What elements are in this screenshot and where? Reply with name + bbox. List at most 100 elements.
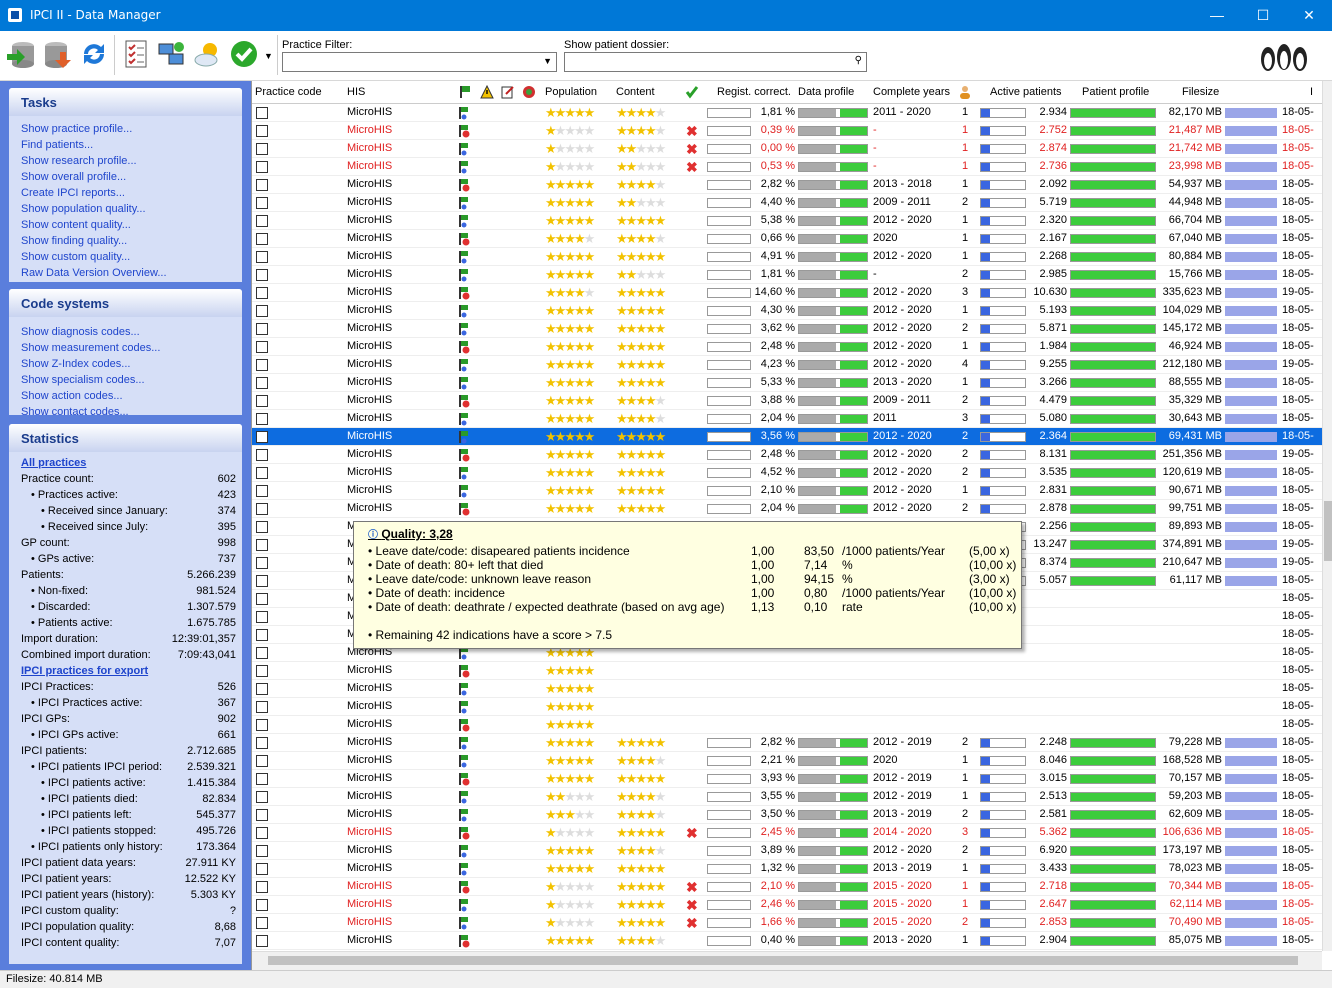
- table-row[interactable]: MicroHIS ★★★★★ ★★★★★ 2,10 % 2012 - 2020 1 2.83…: [252, 482, 1322, 500]
- table-row[interactable]: MicroHIS ★★★★★ ★★★★★ 0,66 % 2020 1 2.167 67,040…: [252, 230, 1322, 248]
- row-checkbox[interactable]: [256, 377, 268, 389]
- table-row[interactable]: MicroHIS ★★★★★ ★★★★★ 3,55 % 2012 - 2019 1 2.51…: [252, 788, 1322, 806]
- checklist-icon[interactable]: [120, 38, 152, 70]
- col-practice-code[interactable]: Practice code: [255, 86, 322, 98]
- row-checkbox[interactable]: [256, 215, 268, 227]
- row-checkbox[interactable]: [256, 881, 268, 893]
- table-row[interactable]: MicroHIS ★★★★★ ★★★★★ 2,21 % 2020 1 8.046 168,52…: [252, 752, 1322, 770]
- user-column-icon[interactable]: [958, 85, 972, 99]
- table-row[interactable]: MicroHIS ★★★★★ ★★★★★ 1,32 % 2013 - 2019 1 3.43…: [252, 860, 1322, 878]
- chevron-down-icon[interactable]: ▼: [543, 56, 552, 66]
- col-regist-correct[interactable]: Regist. correct.: [717, 86, 791, 98]
- practice-filter-combo[interactable]: ▼: [282, 52, 557, 72]
- table-row[interactable]: MicroHIS ★★★★★ ★★★★★ ✖ 2,45 % 2014 - 2020 3 5.3…: [252, 824, 1322, 842]
- col-population[interactable]: Population: [545, 86, 597, 98]
- refresh-icon[interactable]: [78, 38, 110, 70]
- row-checkbox[interactable]: [256, 719, 268, 731]
- row-checkbox[interactable]: [256, 485, 268, 497]
- table-row[interactable]: MicroHIS ★★★★★ ★★★★★ ✖ 2,10 % 2015 - 2020 1 2.7…: [252, 878, 1322, 896]
- row-checkbox[interactable]: [256, 827, 268, 839]
- code-system-link[interactable]: Show contact codes...: [9, 404, 242, 420]
- row-checkbox[interactable]: [256, 755, 268, 767]
- table-row[interactable]: MicroHIS ★★★★★ ★★★★★ 1,81 % -2 2.985 15,766 MB…: [252, 266, 1322, 284]
- dropdown-arrow-icon[interactable]: ▼: [264, 51, 273, 61]
- row-checkbox[interactable]: [256, 557, 268, 569]
- row-checkbox[interactable]: [256, 413, 268, 425]
- col-his[interactable]: HIS: [347, 86, 365, 98]
- code-system-link[interactable]: Show diagnosis codes...: [9, 324, 242, 340]
- table-row[interactable]: MicroHIS ★★★★★ ★★★★★ 2,82 % 2013 - 2018 1 2.09…: [252, 176, 1322, 194]
- row-checkbox[interactable]: [256, 629, 268, 641]
- row-checkbox[interactable]: [256, 395, 268, 407]
- recycle-icon[interactable]: [522, 85, 536, 99]
- maximize-button[interactable]: ☐: [1240, 0, 1286, 31]
- table-row[interactable]: MicroHIS ★★★★★ ★★★★★ 1,81 % 2011 - 2020 1 2.93…: [252, 104, 1322, 122]
- tasks-title[interactable]: Tasks: [9, 88, 242, 116]
- row-checkbox[interactable]: [256, 665, 268, 677]
- table-row[interactable]: MicroHIS ★★★★★ ★★★★★ ✖ 1,66 % 2015 - 2020 2 2.8…: [252, 914, 1322, 932]
- row-checkbox[interactable]: [256, 251, 268, 263]
- row-checkbox[interactable]: [256, 305, 268, 317]
- row-checkbox[interactable]: [256, 179, 268, 191]
- task-link[interactable]: Raw Data Version Overview...: [9, 265, 242, 281]
- row-checkbox[interactable]: [256, 233, 268, 245]
- col-patient-profile[interactable]: Patient profile: [1082, 86, 1149, 98]
- row-checkbox[interactable]: [256, 287, 268, 299]
- table-row[interactable]: MicroHIS ★★★★★ ★★★★★ 4,40 % 2009 - 2011 2 5.71…: [252, 194, 1322, 212]
- table-row[interactable]: MicroHIS ★★★★★ ★★★★★ 3,89 % 2012 - 2020 2 6.92…: [252, 842, 1322, 860]
- row-checkbox[interactable]: [256, 503, 268, 515]
- row-checkbox[interactable]: [256, 917, 268, 929]
- row-checkbox[interactable]: [256, 521, 268, 533]
- table-row[interactable]: MicroHIS ★★★★★ ★★★★★ 2,48 % 2012 - 2020 1 1.98…: [252, 338, 1322, 356]
- stat-section-link[interactable]: IPCI practices for export: [9, 663, 242, 679]
- row-checkbox[interactable]: [256, 683, 268, 695]
- row-checkbox[interactable]: [256, 539, 268, 551]
- table-row[interactable]: MicroHIS ★★★★★ ★★★★★ 4,30 % 2012 - 2020 1 5.19…: [252, 302, 1322, 320]
- row-checkbox[interactable]: [256, 125, 268, 137]
- table-row[interactable]: MicroHIS ★★★★★ ★★★★★ 4,52 % 2012 - 2020 2 3.53…: [252, 464, 1322, 482]
- row-checkbox[interactable]: [256, 197, 268, 209]
- row-checkbox[interactable]: [256, 359, 268, 371]
- row-checkbox[interactable]: [256, 863, 268, 875]
- table-row[interactable]: MicroHIS ★★★★★ ★★★★★ ✖ 0,39 % -1 2.752 21,487 M…: [252, 122, 1322, 140]
- network-sync-icon[interactable]: [155, 38, 187, 70]
- task-link[interactable]: Find patients...: [9, 137, 242, 153]
- col-filesize[interactable]: Filesize: [1182, 86, 1219, 98]
- row-checkbox[interactable]: [256, 107, 268, 119]
- row-checkbox[interactable]: [256, 161, 268, 173]
- row-checkbox[interactable]: [256, 935, 268, 947]
- row-checkbox[interactable]: [256, 467, 268, 479]
- table-row[interactable]: MicroHIS ★★★★★ ★★★★★ 5,38 % 2012 - 2020 1 2.32…: [252, 212, 1322, 230]
- table-row[interactable]: MicroHIS ★★★★★ ★★★★★ 2,04 % 2011 3 5.080 30,643…: [252, 410, 1322, 428]
- table-row[interactable]: MicroHIS ★★★★★ ★★★★★ 0,40 % 2013 - 2020 1 2.90…: [252, 932, 1322, 950]
- table-row[interactable]: MicroHIS ★★★★★ ★★★★★ ✖ 0,00 % -1 2.874 21,742 M…: [252, 140, 1322, 158]
- table-row[interactable]: MicroHIS ★★★★★ ★★★★★ 2,04 % 2012 - 2020 2 2.87…: [252, 500, 1322, 518]
- close-button[interactable]: ✕: [1286, 0, 1332, 31]
- row-checkbox[interactable]: [256, 809, 268, 821]
- flag-column-icon[interactable]: [458, 85, 472, 99]
- scroll-thumb[interactable]: [1324, 501, 1332, 561]
- table-row[interactable]: MicroHIS★★★★★18-05-: [252, 662, 1322, 680]
- search-icon[interactable]: ⚲: [855, 55, 862, 66]
- row-checkbox[interactable]: [256, 341, 268, 353]
- table-row[interactable]: MicroHIS★★★★★18-05-: [252, 698, 1322, 716]
- export-database-icon[interactable]: [42, 38, 74, 70]
- code-system-link[interactable]: Show measurement codes...: [9, 340, 242, 356]
- table-row[interactable]: MicroHIS ★★★★★ ★★★★★ 5,33 % 2013 - 2020 1 3.26…: [252, 374, 1322, 392]
- table-row[interactable]: MicroHIS ★★★★★ ★★★★★ ✖ 0,53 % -1 2.736 23,998 M…: [252, 158, 1322, 176]
- table-row[interactable]: MicroHIS ★★★★★ ★★★★★ ✖ 2,46 % 2015 - 2020 1 2.6…: [252, 896, 1322, 914]
- table-row[interactable]: MicroHIS ★★★★★ ★★★★★ 3,62 % 2012 - 2020 2 5.87…: [252, 320, 1322, 338]
- code-systems-title[interactable]: Code systems: [9, 289, 242, 317]
- row-checkbox[interactable]: [256, 899, 268, 911]
- row-checkbox[interactable]: [256, 431, 268, 443]
- task-link[interactable]: Show population quality...: [9, 201, 242, 217]
- dossier-search-input[interactable]: ⚲: [564, 52, 867, 72]
- task-link[interactable]: Show practice profile...: [9, 121, 242, 137]
- row-checkbox[interactable]: [256, 323, 268, 335]
- row-checkbox[interactable]: [256, 449, 268, 461]
- hscroll-thumb[interactable]: [268, 956, 1298, 965]
- col-data-profile[interactable]: Data profile: [798, 86, 854, 98]
- table-row[interactable]: MicroHIS ★★★★★ ★★★★★ 3,50 % 2013 - 2019 2 2.58…: [252, 806, 1322, 824]
- table-row[interactable]: MicroHIS ★★★★★ ★★★★★ 3,88 % 2009 - 2011 2 4.47…: [252, 392, 1322, 410]
- row-checkbox[interactable]: [256, 269, 268, 281]
